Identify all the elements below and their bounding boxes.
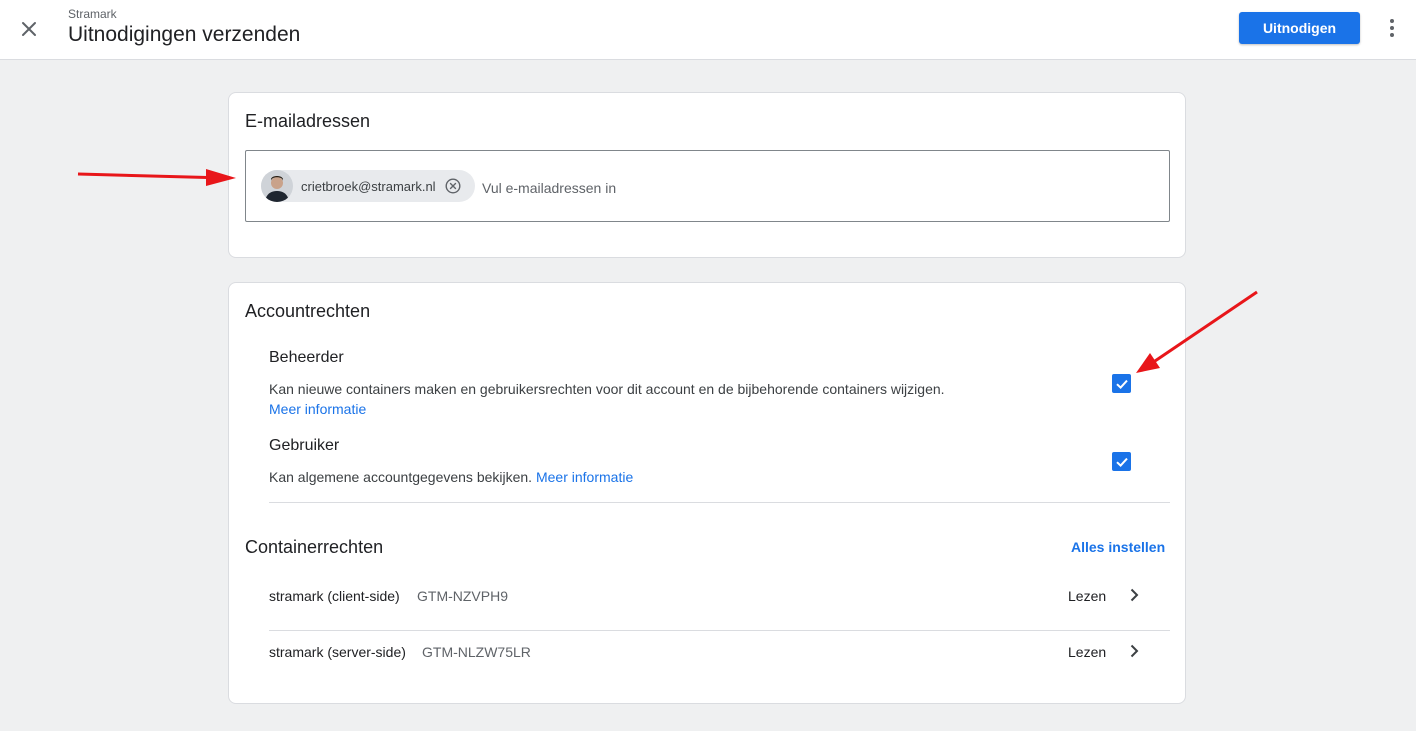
top-bar: Stramark Uitnodigingen verzenden Uitnodi…: [0, 0, 1416, 60]
email-input[interactable]: [482, 178, 982, 198]
role-name-admin: Beheerder: [269, 349, 344, 366]
close-button[interactable]: [14, 14, 44, 44]
email-chip-label: crietbroek@stramark.nl: [301, 178, 436, 194]
container-name: stramark (server-side): [269, 644, 406, 660]
email-card: E-mailadressen crietbroek@stramark.nl: [228, 92, 1186, 258]
checkbox-admin[interactable]: [1112, 374, 1131, 393]
role-description-admin: Kan nieuwe containers maken en gebruiker…: [269, 379, 945, 419]
email-section-title: E-mailadressen: [245, 111, 371, 131]
annotation-arrow-email: [77, 169, 236, 186]
divider: [269, 502, 1170, 503]
container-row[interactable]: stramark (server-side) GTM-NLZW75LR Leze…: [269, 631, 1170, 687]
more-options-button[interactable]: [1381, 14, 1403, 42]
chevron-right-icon: [1126, 585, 1142, 605]
container-name: stramark (client-side): [269, 588, 400, 604]
avatar: [261, 170, 293, 202]
email-chip[interactable]: crietbroek@stramark.nl: [261, 170, 475, 202]
role-description-user-text: Kan algemene accountgegevens bekijken.: [269, 469, 533, 485]
check-icon: [1115, 457, 1128, 467]
cancel-circle-icon: [445, 178, 461, 194]
container-rights-title: Containerrechten: [245, 537, 384, 557]
chip-remove-button[interactable]: [444, 177, 462, 195]
email-input-box[interactable]: crietbroek@stramark.nl: [245, 150, 1170, 222]
container-row[interactable]: stramark (client-side) GTM-NZVPH9 Lezen: [269, 575, 1170, 631]
learn-more-link-admin[interactable]: Meer informatie: [269, 401, 366, 417]
breadcrumb: Stramark: [68, 7, 117, 21]
rights-card: Accountrechten Beheerder Kan nieuwe cont…: [228, 282, 1186, 704]
chevron-right-icon: [1126, 641, 1142, 661]
check-icon: [1115, 379, 1128, 389]
role-description-user: Kan algemene accountgegevens bekijken. M…: [269, 467, 633, 487]
container-permission: Lezen: [1068, 644, 1107, 660]
container-permission: Lezen: [1068, 588, 1107, 604]
container-id: GTM-NLZW75LR: [422, 644, 531, 660]
role-description-admin-text: Kan nieuwe containers maken en gebruiker…: [269, 381, 945, 397]
role-name-user: Gebruiker: [269, 437, 340, 454]
page-title: Uitnodigingen verzenden: [68, 23, 301, 46]
container-id: GTM-NZVPH9: [417, 588, 508, 604]
checkbox-user[interactable]: [1112, 452, 1131, 471]
invite-button[interactable]: Uitnodigen: [1239, 12, 1360, 44]
account-rights-title: Accountrechten: [245, 301, 371, 321]
more-vert-icon: [1390, 19, 1394, 37]
learn-more-link-user[interactable]: Meer informatie: [536, 469, 633, 485]
set-all-button[interactable]: Alles instellen: [1071, 539, 1165, 555]
close-icon: [22, 22, 36, 36]
